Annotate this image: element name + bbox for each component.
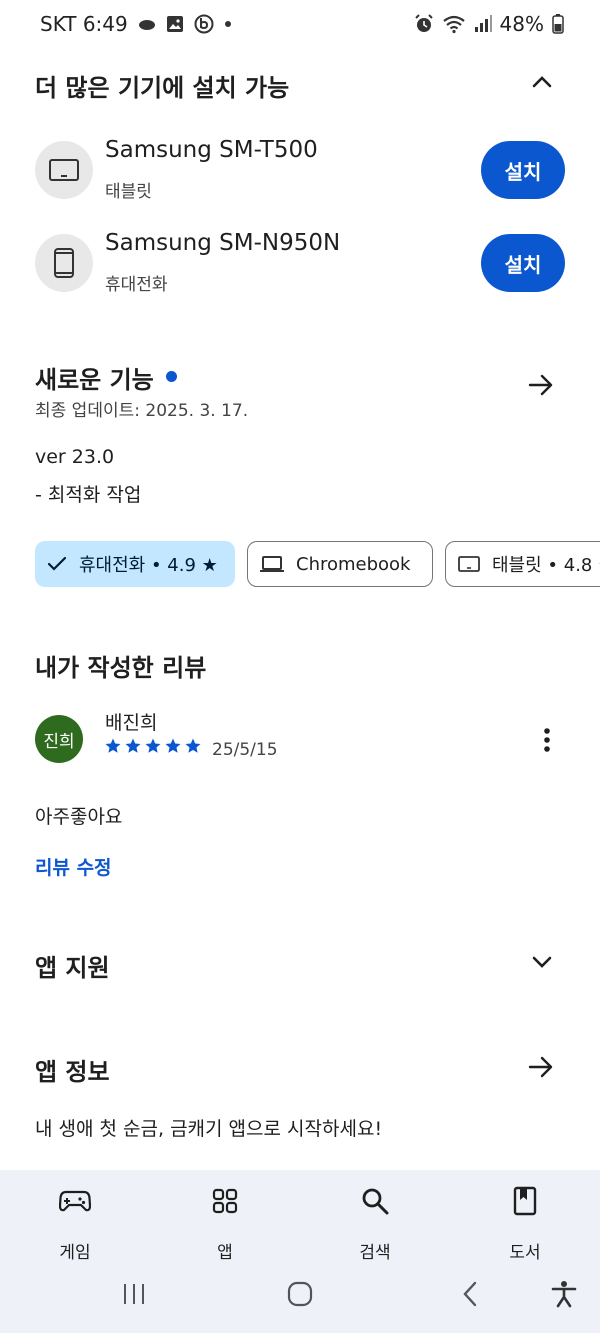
nav-label: 검색: [359, 1243, 391, 1263]
more-devices-title: 더 많은 기기에 설치 가능: [35, 74, 290, 102]
chip-phone[interactable]: 휴대전화 • 4.9 ★: [35, 541, 235, 587]
nav-item-books[interactable]: 도서: [475, 1184, 575, 1263]
alarm-icon: [414, 14, 434, 34]
dot-icon: [224, 20, 232, 28]
apps-grid-icon: [175, 1184, 275, 1218]
device-row-tablet: Samsung SM-T500 태블릿 설치: [35, 137, 565, 205]
avatar: 진희: [35, 715, 83, 763]
device-name: Samsung SM-N950N: [105, 230, 341, 256]
chip-label: 태블릿 • 4.8 ★: [492, 555, 600, 576]
nav-label: 게임: [59, 1243, 91, 1263]
device-name: Samsung SM-T500: [105, 137, 318, 163]
chip-chromebook[interactable]: Chromebook: [247, 541, 433, 587]
chip-tablet[interactable]: 태블릿 • 4.8 ★: [445, 541, 600, 587]
star-icon: [105, 738, 121, 753]
nav-item-games[interactable]: 게임: [25, 1184, 125, 1263]
app-info-arrow-button[interactable]: [524, 1050, 558, 1084]
back-button[interactable]: [448, 1270, 492, 1318]
nav-item-search[interactable]: 검색: [325, 1184, 425, 1263]
star-icon: [185, 738, 201, 753]
carrier-time: SKT 6:49: [40, 12, 128, 36]
app-support-title[interactable]: 앱 지원: [35, 948, 110, 983]
review-more-button[interactable]: [530, 720, 564, 760]
nav-item-apps[interactable]: 앱: [175, 1184, 275, 1263]
whats-new-arrow-button[interactable]: [524, 368, 558, 402]
whats-new-title: 새로운 기능: [35, 366, 154, 394]
nav-label: 앱: [217, 1243, 233, 1263]
recents-icon: [124, 1284, 144, 1304]
book-icon: [475, 1184, 575, 1218]
device-chips: 휴대전화 • 4.9 ★ Chromebook 태블릿 • 4.8 ★: [35, 541, 600, 589]
app-description: 내 생애 첫 순금, 금캐기 앱으로 시작하세요!: [35, 1118, 383, 1140]
star-rating: [104, 737, 202, 755]
my-review-title: 내가 작성한 리뷰: [35, 654, 207, 682]
battery-percent: 48%: [499, 12, 544, 36]
wifi-icon: [442, 14, 466, 34]
device-avatar: [35, 234, 93, 292]
release-notes: - 최적화 작업: [35, 484, 142, 506]
chevron-up-icon: [532, 76, 552, 88]
arrow-right-icon: [528, 374, 553, 396]
device-type: 태블릿: [105, 182, 152, 202]
install-button-tablet[interactable]: 설치: [481, 141, 565, 199]
back-icon: [463, 1281, 477, 1307]
bottom-nav: 게임 앱 검색 도서: [0, 1170, 600, 1333]
chip-label: Chromebook: [296, 553, 411, 575]
accessibility-button[interactable]: [542, 1270, 586, 1318]
new-indicator-dot: [165, 371, 177, 382]
recent-apps-button[interactable]: [112, 1270, 156, 1318]
edit-review-link[interactable]: 리뷰 수정: [35, 853, 112, 880]
signal-icon: [474, 15, 492, 33]
status-bar: SKT 6:49 48%: [0, 0, 600, 52]
battery-icon: [552, 14, 564, 34]
tablet-icon: [458, 556, 480, 572]
phone-icon: [54, 248, 74, 278]
home-button[interactable]: [278, 1270, 322, 1318]
review-date: 25/5/15: [212, 740, 278, 760]
b-app-icon: [194, 14, 214, 34]
whats-new-header[interactable]: 새로운 기능: [35, 360, 177, 395]
device-type: 휴대전화: [105, 275, 168, 295]
status-left: SKT 6:49: [40, 12, 232, 36]
app-info-title[interactable]: 앱 정보: [35, 1052, 110, 1087]
chevron-down-icon: [532, 956, 552, 968]
tablet-icon: [49, 159, 79, 181]
home-icon: [287, 1281, 313, 1307]
collapse-button[interactable]: [526, 66, 558, 98]
star-icon: [125, 738, 141, 753]
accessibility-icon: [551, 1281, 577, 1308]
review-text: 아주좋아요: [35, 806, 123, 828]
gamepad-icon: [25, 1184, 125, 1218]
star-icon: [145, 738, 161, 753]
more-vert-icon: [544, 728, 550, 752]
laptop-icon: [260, 555, 284, 573]
install-button-phone[interactable]: 설치: [481, 234, 565, 292]
check-icon: [47, 556, 67, 572]
gallery-icon: [166, 15, 184, 33]
version-text: ver 23.0: [35, 446, 115, 468]
chip-label: 휴대전화 • 4.9 ★: [79, 555, 218, 576]
star-icon: [165, 738, 181, 753]
cloud-icon: [138, 17, 156, 31]
expand-support-button[interactable]: [526, 946, 558, 978]
reviewer-name: 배진희: [105, 712, 158, 734]
search-icon: [325, 1184, 425, 1218]
arrow-right-icon: [528, 1056, 553, 1078]
last-updated: 최종 업데이트: 2025. 3. 17.: [35, 401, 249, 421]
nav-label: 도서: [509, 1243, 541, 1263]
status-right: 48%: [414, 12, 564, 36]
device-row-phone: Samsung SM-N950N 휴대전화 설치: [35, 230, 565, 298]
device-avatar: [35, 141, 93, 199]
